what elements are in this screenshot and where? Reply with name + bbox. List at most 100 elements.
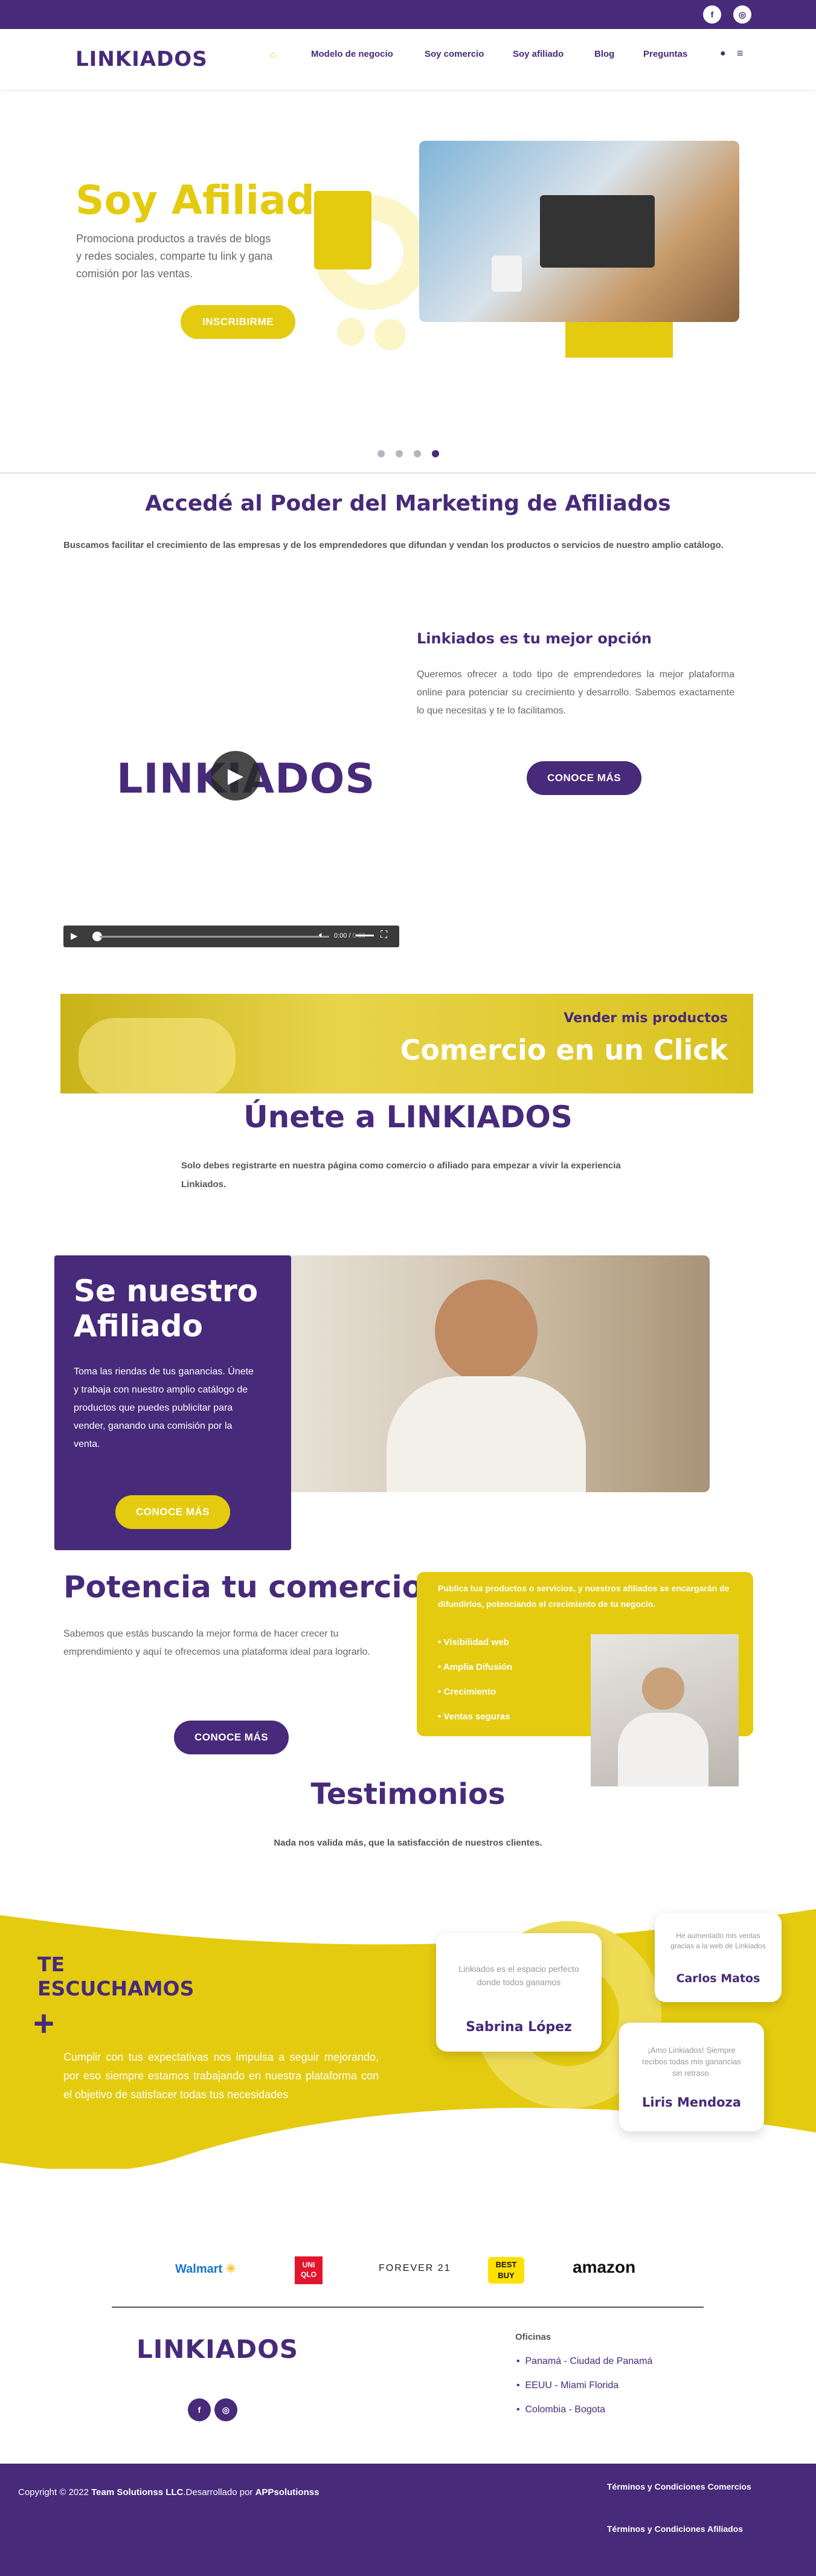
man-head-shape	[435, 1280, 538, 1382]
footer-divider	[112, 2307, 704, 2308]
office-2: • EEUU - Miami Florida	[516, 2380, 619, 2391]
copyright-prefix: Copyright © 2022	[18, 2487, 89, 2497]
partner-amazon: amazon	[573, 2258, 636, 2276]
woman-head-shape	[642, 1667, 684, 1710]
audio-play-icon[interactable]: ▶	[71, 930, 78, 941]
developed-by: .Desarrollado por	[183, 2487, 253, 2497]
slider-dot-4[interactable]	[432, 450, 439, 457]
copyright: Copyright © 2022 Team Solutionss LLC.Des…	[18, 2487, 319, 2497]
listen-text: Cumplir con tus expectativas nos impulsa…	[63, 2051, 379, 2101]
nav-blog[interactable]: Blog	[594, 49, 614, 59]
affiliate-text: Toma las riendas de tus ganancias. Únete…	[74, 1367, 254, 1449]
man-shirt-shape	[387, 1376, 586, 1492]
laptop-shape	[540, 195, 655, 268]
partner-walmart: Walmart ✳	[175, 2261, 236, 2276]
mug-shape	[492, 256, 522, 292]
home-icon[interactable]: ⌂	[270, 50, 276, 60]
slider-dot-1[interactable]	[377, 450, 385, 457]
nav-soy-comercio[interactable]: Soy comercio	[425, 49, 484, 59]
office-1-text: Panamá - Ciudad de Panamá	[525, 2356, 653, 2366]
boost-card-text: Publica tus productos o servicios, y nue…	[438, 1583, 730, 1609]
slider-dot-2[interactable]	[396, 450, 403, 457]
testimonial-name-3: Liris Mendoza	[642, 2095, 741, 2110]
best-more-button[interactable]: CONOCE MÁS	[527, 761, 641, 795]
testimonial-name-2: Carlos Matos	[676, 1972, 760, 1985]
hero-slider: Soy Afiliado Promociona productos a trav…	[0, 89, 816, 476]
boost-bullet-2: • Amplia Difusión	[438, 1662, 513, 1672]
banner-hand-shape	[79, 1018, 236, 1093]
woman-body-shape	[618, 1713, 708, 1786]
testimonial-card-3: ¡Amo Linkiados! Siempre recibos todas mi…	[619, 2023, 764, 2131]
site-logo[interactable]: LINKIADOS	[75, 47, 208, 71]
testimonial-name-1: Sabrina López	[466, 2020, 572, 2035]
logo-text: LINKIADOS	[75, 47, 208, 71]
walmart-text: Walmart	[175, 2262, 223, 2276]
boost-woman-image	[591, 1634, 739, 1786]
video-player[interactable]: LINKIADOS ▶	[63, 604, 396, 876]
boost-bullet-2-text: Amplia Difusión	[443, 1662, 513, 1672]
walmart-spark-icon: ✳	[225, 2262, 236, 2276]
nav-soy-afiliado[interactable]: Soy afiliado	[513, 49, 564, 59]
bottom-footer: Copyright © 2022 Team Solutionss LLC.Des…	[0, 2464, 816, 2576]
office-1: • Panamá - Ciudad de Panamá	[516, 2356, 653, 2366]
boost-bullet-1: • Visibilidad web	[438, 1637, 509, 1647]
boost-more-button[interactable]: CONOCE MÁS	[174, 1721, 289, 1754]
plus-icon: +	[33, 2003, 55, 2044]
footer-logo[interactable]: LINKIADOS	[137, 2334, 298, 2364]
hero-decor-dot	[337, 318, 365, 346]
volume-icon[interactable]: 🔈︎	[319, 930, 324, 940]
footer-instagram-icon[interactable]: ◎	[214, 2398, 237, 2421]
join-text: Solo debes registrarte en nuestra página…	[181, 1161, 621, 1190]
instagram-icon[interactable]: ◎	[733, 5, 751, 24]
terms-commerce-link[interactable]: Términos y Condiciones Comercios	[607, 2482, 751, 2491]
partner-uniqlo: UNI QLO	[295, 2256, 323, 2284]
affiliate-man-image	[284, 1255, 710, 1492]
join-title: Únete a LINKIADOS	[243, 1100, 573, 1135]
partner-forever21: FOREVER 21	[379, 2263, 451, 2273]
hero-decor-dot	[374, 319, 406, 350]
company-name: Team Solutionss LLC	[91, 2487, 184, 2497]
fullscreen-icon[interactable]: ⛶	[381, 930, 387, 941]
boost-bullet-3-text: Crecimiento	[443, 1687, 496, 1697]
testimonial-card-2: He aumentado mis ventas gracias a la web…	[655, 1913, 782, 2002]
banner-title: Comercio en un Click	[400, 1034, 728, 1066]
offices-title: Oficinas	[515, 2332, 551, 2342]
testimonial-quote-3: ¡Amo Linkiados! Siempre recibos todas mi…	[641, 2046, 742, 2078]
boost-bullet-3: • Crecimiento	[438, 1687, 496, 1697]
user-icon[interactable]: ●	[720, 48, 726, 59]
hero-decor-rect	[565, 320, 673, 358]
partner-bestbuy: BEST BUY	[488, 2257, 524, 2284]
nav-preguntas[interactable]: Preguntas	[643, 49, 687, 59]
hero-signup-button[interactable]: INSCRIBIRME	[181, 305, 295, 339]
slider-dot-3[interactable]	[414, 450, 421, 457]
office-3-text: Colombia - Bogota	[525, 2404, 606, 2415]
developer-name: APPsolutionss	[255, 2487, 320, 2497]
office-2-text: EEUU - Miami Florida	[525, 2380, 619, 2391]
boost-title: Potencia tu comercio	[63, 1570, 423, 1605]
footer-logo-text: LINKIADOS	[137, 2334, 299, 2364]
top-bar: f ◎	[0, 0, 816, 29]
affiliate-title: Se nuestro Afiliado	[74, 1274, 259, 1344]
audio-player: ▶ 0:00 / 0:00 ⛶	[63, 926, 399, 947]
volume-slider[interactable]	[356, 935, 374, 936]
best-text: Queremos ofrecer a todo tipo de emprende…	[417, 669, 734, 716]
affiliate-more-button[interactable]: CONOCE MÁS	[115, 1495, 230, 1529]
boost-bullet-4: • Ventas seguras	[438, 1711, 510, 1722]
testimonial-quote-2: He aumentado mis ventas gracias a la web…	[670, 1931, 766, 1950]
hero-title: Soy Afiliado	[75, 177, 342, 224]
hero-divider	[0, 472, 816, 474]
boost-text: Sabemos que estás buscando la mejor form…	[63, 1629, 370, 1657]
main-header: LINKIADOS ⌂ Modelo de negocio Soy comerc…	[0, 29, 816, 89]
testimonials-title: Testimonios	[310, 1777, 506, 1811]
facebook-icon[interactable]: f	[703, 5, 721, 24]
terms-affiliates-link[interactable]: Términos y Condiciones Afiliados	[607, 2524, 743, 2534]
commerce-banner: Vender mis productos Comercio en un Clic…	[60, 994, 753, 1093]
nav-modelo-de-negocio[interactable]: Modelo de negocio	[311, 49, 393, 59]
menu-icon[interactable]: ≡	[737, 47, 744, 60]
hero-workspace-image	[419, 141, 739, 322]
testimonials-subtitle: Nada nos valida más, que la satisfacción…	[274, 1838, 542, 1848]
footer-facebook-icon[interactable]: f	[188, 2398, 211, 2421]
intro-text: Buscamos facilitar el crecimiento de las…	[63, 540, 724, 550]
audio-progress-track[interactable]	[100, 936, 329, 938]
play-icon[interactable]: ▶	[211, 751, 260, 800]
